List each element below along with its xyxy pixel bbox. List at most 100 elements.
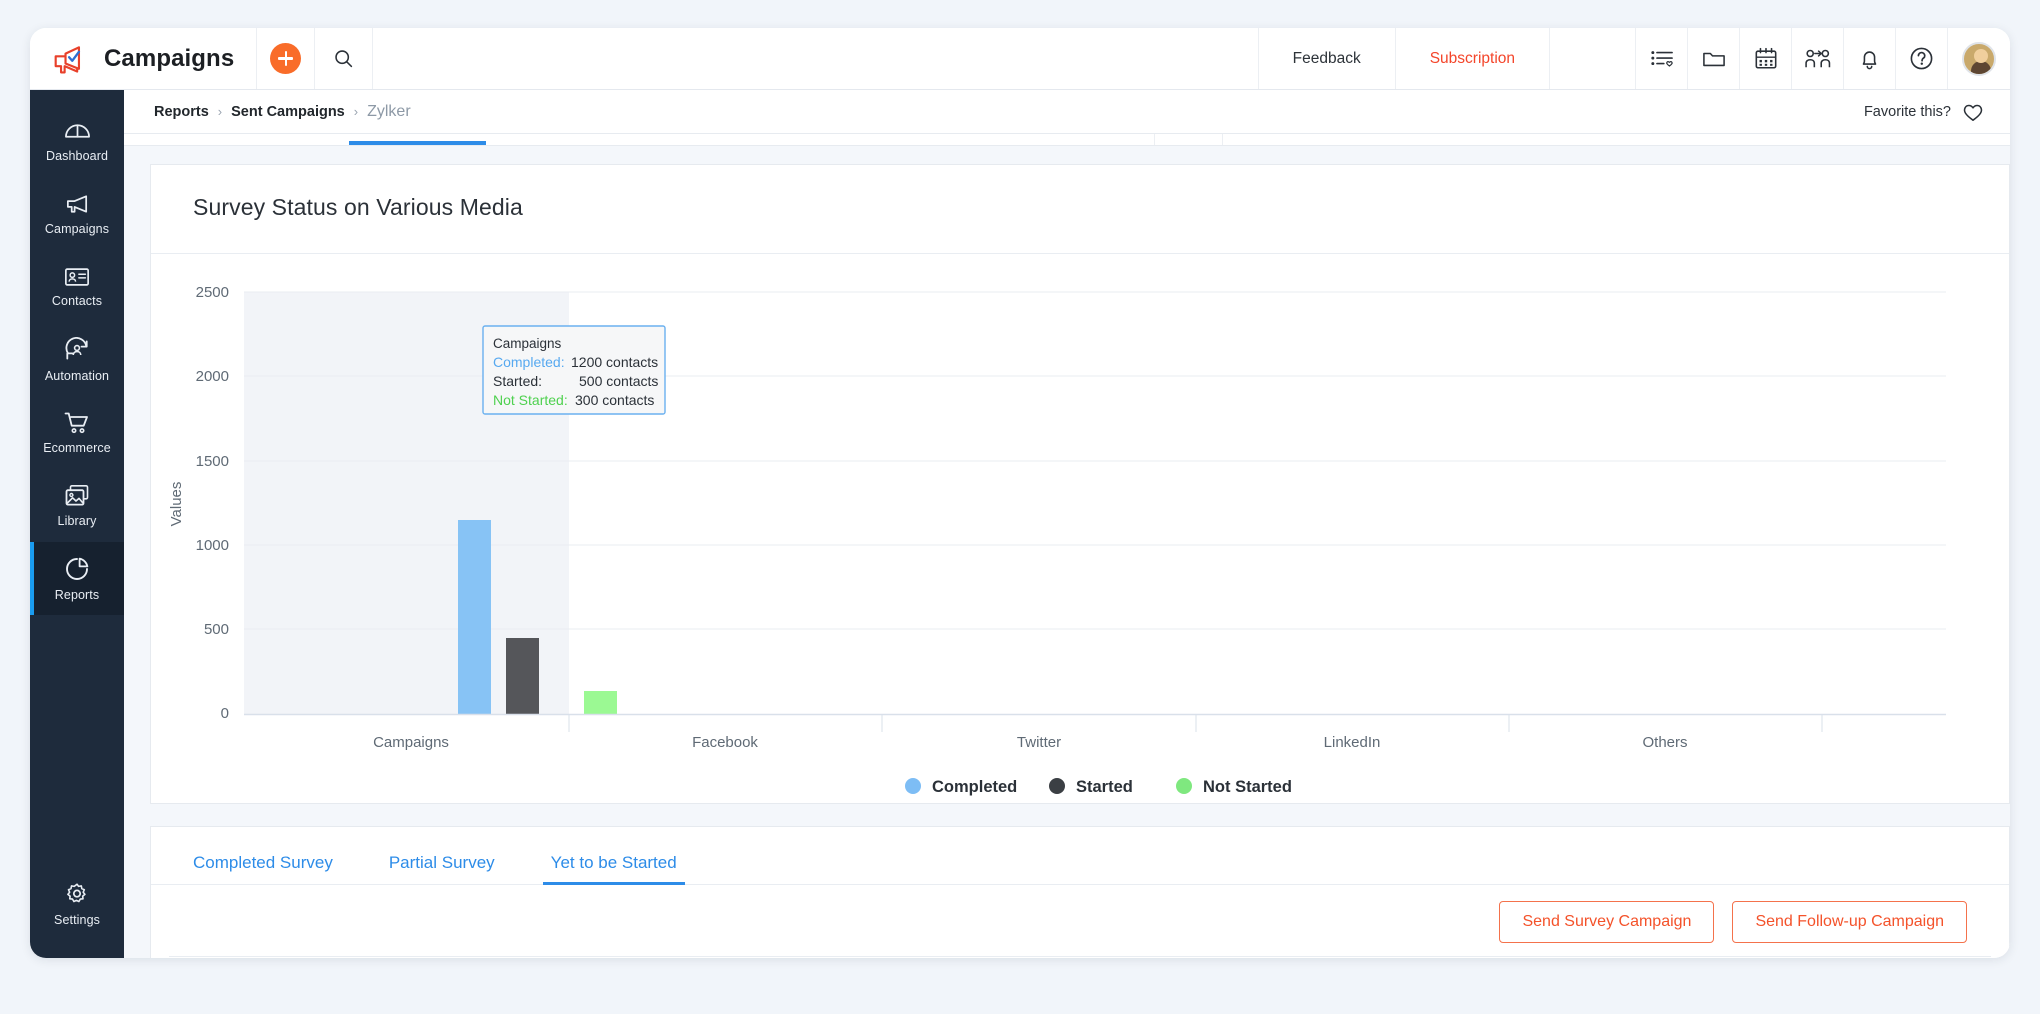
svg-text:1000: 1000 — [196, 537, 229, 554]
legend-swatch-completed — [905, 778, 921, 794]
tooltip-value-started: 500 contacts — [579, 373, 658, 389]
automation-icon — [65, 336, 88, 359]
sidebar-bottom: Settings — [30, 867, 124, 958]
topbar-spacer — [373, 28, 1259, 89]
plus-icon — [270, 43, 302, 74]
tab-yet-to-be-started[interactable]: Yet to be Started — [542, 853, 685, 885]
svg-text:500: 500 — [204, 621, 229, 638]
svg-text:2000: 2000 — [196, 368, 229, 385]
sidebar-item-dashboard[interactable]: Dashboard — [30, 104, 124, 177]
bar-not-started-campaigns — [584, 691, 617, 714]
sidebar-item-label: Dashboard — [45, 148, 109, 163]
survey-panel: Completed Survey Partial Survey Yet to b… — [150, 826, 2010, 958]
sidebar-item-label: Campaigns — [44, 221, 110, 236]
favorite-label: Favorite this? — [1863, 103, 1951, 120]
top-bar: Campaigns Feedback Subscription — [30, 28, 2010, 90]
sidebar-item-automation[interactable]: Automation — [30, 323, 124, 396]
pie-chart-icon — [66, 557, 89, 580]
legend-label-not-started: Not Started — [1203, 778, 1292, 796]
folder-icon[interactable] — [1688, 28, 1740, 89]
sidebar-item-reports[interactable]: Reports — [30, 542, 124, 615]
avatar-button[interactable] — [1948, 28, 2010, 89]
legend-swatch-not-started — [1176, 778, 1192, 794]
breadcrumb-item-reports[interactable]: Reports — [154, 104, 209, 120]
svg-text:0: 0 — [221, 705, 229, 722]
sidebar-item-settings[interactable]: Settings — [30, 867, 124, 940]
table-header-row: Contact Email First Name Contact Source … — [169, 956, 1991, 958]
search-button[interactable] — [315, 28, 374, 89]
sidebar-item-label: Automation — [44, 368, 110, 383]
bar-started-campaigns — [506, 638, 539, 714]
sidebar-item-library[interactable]: Library — [30, 469, 124, 542]
tab-partial-survey[interactable]: Partial Survey — [389, 853, 495, 884]
tooltip-header: Campaigns — [493, 336, 562, 351]
content-area: Survey Status on Various Media 2500 2000… — [124, 146, 2010, 958]
tabstrip-divider — [1154, 134, 1155, 145]
favorite-button[interactable]: Favorite this? — [1864, 102, 1984, 122]
contact-card-icon — [65, 267, 89, 286]
list-favorite-icon[interactable] — [1636, 28, 1688, 89]
calendar-icon[interactable] — [1740, 28, 1792, 89]
breadcrumb-item-zylker: Zylker — [367, 102, 411, 120]
active-tab-indicator — [349, 141, 486, 145]
tooltip-label-not-started: Not Started: — [493, 392, 568, 408]
bar-completed-campaigns — [458, 520, 491, 714]
bar-chart-svg: 2500 2000 1500 1000 500 0 Values Campaig… — [168, 284, 1946, 796]
svg-text:LinkedIn: LinkedIn — [1324, 734, 1381, 751]
cart-icon — [64, 412, 88, 433]
breadcrumb-bar: Reports › Sent Campaigns › Zylker Favori… — [124, 90, 2010, 134]
tabstrip-divider — [1222, 134, 1223, 145]
sidebar-item-label: Library — [57, 513, 97, 528]
svg-text:1500: 1500 — [196, 453, 229, 470]
help-icon[interactable] — [1896, 28, 1948, 89]
search-icon — [335, 50, 353, 68]
sidebar-items: Dashboard Campaigns Contacts Automation … — [30, 90, 124, 615]
breadcrumb-separator: › — [353, 104, 359, 119]
svg-text:Campaigns: Campaigns — [373, 734, 449, 751]
refer-user-icon[interactable] — [1792, 28, 1844, 89]
send-survey-campaign-button[interactable]: Send Survey Campaign — [1499, 901, 1715, 943]
bell-icon[interactable] — [1844, 28, 1896, 89]
chart-y-tick-labels: 2500 2000 1500 1000 500 0 — [196, 284, 229, 722]
sidebar-item-campaigns[interactable]: Campaigns — [30, 177, 124, 250]
survey-tabs: Completed Survey Partial Survey Yet to b… — [151, 827, 2009, 885]
gear-icon — [67, 882, 86, 902]
app-title: Campaigns — [104, 44, 235, 72]
image-icon — [65, 484, 89, 505]
legend-label-started: Started — [1076, 778, 1133, 796]
chart: 2500 2000 1500 1000 500 0 Values Campaig… — [151, 254, 2010, 804]
panel-actions: Send Survey Campaign Send Follow-up Camp… — [151, 885, 2009, 943]
breadcrumb-item-sent-campaigns[interactable]: Sent Campaigns — [231, 104, 345, 120]
sidebar-item-contacts[interactable]: Contacts — [30, 250, 124, 323]
brand[interactable]: Campaigns — [30, 28, 258, 89]
sidebar-item-label: Ecommerce — [43, 440, 111, 455]
sidebar: Dashboard Campaigns Contacts Automation … — [30, 90, 124, 958]
tab-completed-survey[interactable]: Completed Survey — [193, 853, 333, 884]
legend-swatch-started — [1049, 778, 1065, 794]
tooltip-label-completed: Completed: — [493, 354, 565, 370]
sidebar-item-label: Settings — [54, 912, 100, 927]
chart-tooltip: Campaigns Completed: 1200 contacts Start… — [482, 325, 666, 415]
add-button[interactable] — [257, 28, 316, 89]
heart-icon — [1963, 104, 1983, 121]
app-window: Campaigns Feedback Subscription Dashboar… — [30, 28, 2010, 958]
megaphone-icon — [66, 194, 87, 213]
feedback-button[interactable]: Feedback — [1259, 28, 1396, 89]
tooltip-value-not-started: 300 contacts — [575, 392, 654, 408]
dashboard-icon — [64, 123, 90, 138]
breadcrumb-separator: › — [217, 104, 223, 119]
chart-legend: Completed Started Not Started — [905, 778, 1292, 796]
sidebar-item-label: Contacts — [51, 293, 103, 308]
secondary-tab-strip[interactable] — [124, 134, 2010, 146]
svg-text:Others: Others — [1642, 734, 1687, 751]
sidebar-item-label: Reports — [54, 587, 100, 602]
chart-card: Survey Status on Various Media 2500 2000… — [150, 164, 2010, 804]
chart-y-axis-label: Values — [168, 482, 185, 527]
sidebar-item-ecommerce[interactable]: Ecommerce — [30, 396, 124, 469]
megaphone-logo — [54, 45, 81, 73]
chart-x-ticks — [568, 714, 1823, 732]
legend-label-completed: Completed — [932, 778, 1017, 796]
send-followup-campaign-button[interactable]: Send Follow-up Campaign — [1732, 901, 1967, 943]
subscription-button[interactable]: Subscription — [1396, 28, 1550, 89]
tooltip-label-started: Started: — [493, 373, 542, 389]
